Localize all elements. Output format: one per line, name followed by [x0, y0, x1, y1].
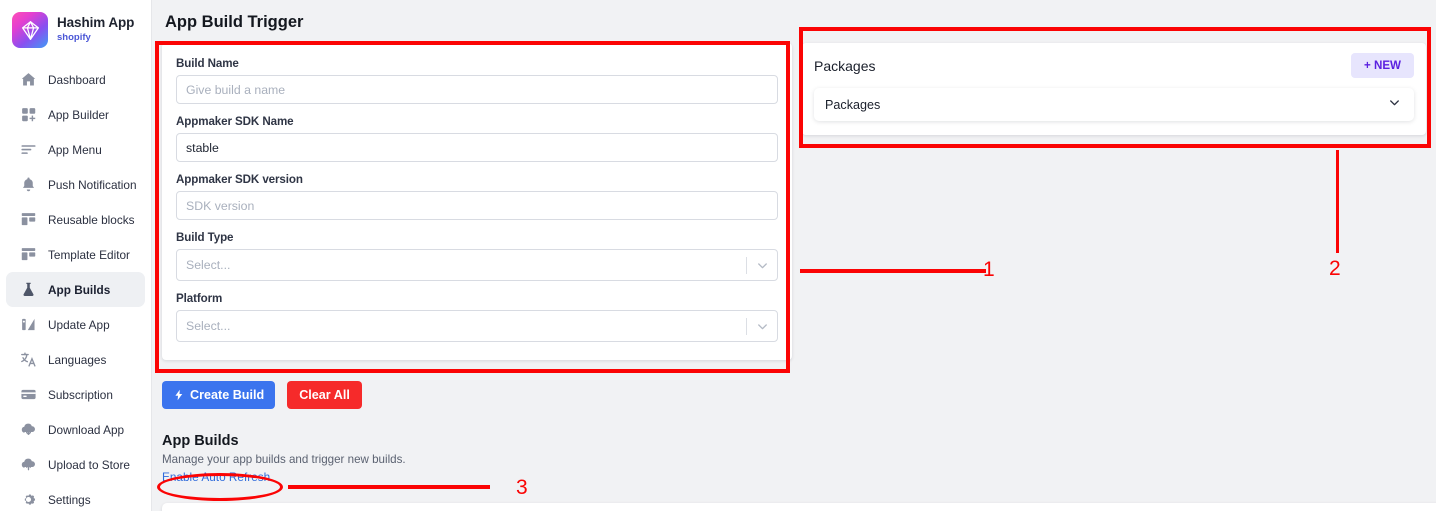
brand-header[interactable]: Hashim App shopify — [0, 0, 151, 58]
sidebar-item-label: Template Editor — [48, 247, 130, 262]
sidebar-item-template-editor[interactable]: Template Editor — [6, 237, 145, 272]
chevron-down-icon[interactable] — [1387, 95, 1402, 115]
sidebar-item-label: App Builder — [48, 107, 109, 122]
sidebar-item-upload-to-store[interactable]: Upload to Store — [6, 447, 145, 482]
gem-logo-icon — [12, 12, 48, 48]
add-new-package-button[interactable]: + NEW — [1350, 53, 1414, 78]
app-builds-section: App Builds Manage your app builds and tr… — [162, 433, 406, 486]
platform-value: Select... — [186, 319, 231, 333]
sidebar-item-label: Update App — [48, 317, 110, 332]
sidebar-item-label: Push Notification — [48, 177, 137, 192]
cloud-upload-icon — [21, 458, 35, 471]
build-type-select[interactable]: Select... — [176, 249, 778, 281]
chevron-down-icon[interactable] — [747, 319, 777, 334]
brand-subtitle: shopify — [57, 32, 91, 44]
sidebar-item-label: Dashboard — [48, 72, 106, 87]
sidebar-item-label: Settings — [48, 492, 91, 507]
flask-icon — [23, 282, 34, 296]
credit-card-icon — [21, 389, 36, 400]
field-build-type: Build Type Select... — [176, 231, 778, 281]
build-name-input[interactable] — [176, 75, 778, 104]
sidebar-item-label: App Builds — [48, 282, 111, 297]
field-platform: Platform Select... — [176, 292, 778, 342]
menu-lines-icon — [21, 145, 36, 154]
app-builds-table-card — [162, 503, 1436, 511]
sidebar-nav: Dashboard App Builder App Menu Push Noti… — [0, 62, 151, 511]
sidebar: Hashim App shopify Dashboard App Builder… — [0, 0, 152, 511]
build-type-value: Select... — [186, 258, 231, 272]
sidebar-item-reusable-blocks[interactable]: Reusable blocks — [6, 202, 145, 237]
sidebar-item-push-notification[interactable]: Push Notification — [6, 167, 145, 202]
create-build-button[interactable]: Create Build — [162, 381, 276, 409]
platform-select[interactable]: Select... — [176, 310, 778, 342]
build-type-label: Build Type — [176, 231, 234, 244]
template-icon — [21, 248, 36, 261]
clear-all-label: Clear All — [299, 388, 350, 402]
field-build-name: Build Name — [176, 57, 778, 104]
sidebar-item-languages[interactable]: Languages — [6, 342, 145, 377]
platform-label: Platform — [176, 292, 223, 305]
field-sdk-name: Appmaker SDK Name — [176, 115, 778, 162]
sidebar-item-dashboard[interactable]: Dashboard — [6, 62, 145, 97]
main-content: App Build Trigger Build Name Appmaker SD… — [152, 0, 1436, 511]
gear-icon — [24, 494, 36, 505]
sidebar-item-label: Reusable blocks — [48, 212, 135, 227]
sdk-name-label: Appmaker SDK Name — [176, 115, 294, 128]
sidebar-item-update-app[interactable]: Update App — [6, 307, 145, 342]
sidebar-item-label: Upload to Store — [48, 457, 130, 472]
sidebar-item-label: Download App — [48, 422, 125, 437]
blocks-icon — [21, 213, 36, 226]
translate-icon — [21, 352, 36, 367]
sidebar-item-app-builds[interactable]: App Builds — [6, 272, 145, 307]
lightning-bolt-icon — [175, 389, 183, 401]
bell-icon — [22, 177, 35, 192]
sidebar-item-download-app[interactable]: Download App — [6, 412, 145, 447]
sidebar-item-app-builder[interactable]: App Builder — [6, 97, 145, 132]
chevron-down-icon[interactable] — [747, 258, 777, 273]
field-sdk-version: Appmaker SDK version — [176, 173, 778, 220]
create-build-label: Create Build — [190, 388, 265, 402]
packages-header: Packages + NEW — [814, 53, 1414, 78]
packages-row-label: Packages — [825, 97, 881, 112]
sdk-version-label: Appmaker SDK version — [176, 173, 303, 186]
build-trigger-form: Build Name Appmaker SDK Name Appmaker SD… — [162, 43, 792, 360]
page-title: App Build Trigger — [165, 13, 304, 31]
sdk-version-input[interactable] — [176, 191, 778, 220]
sidebar-item-subscription[interactable]: Subscription — [6, 377, 145, 412]
form-actions: Create Build Clear All — [162, 381, 362, 409]
sdk-name-input[interactable] — [176, 133, 778, 162]
enable-auto-refresh-link[interactable]: Enable Auto Refresh — [162, 470, 270, 484]
sidebar-item-label: Languages — [48, 352, 107, 367]
packages-title: Packages — [814, 57, 876, 74]
sidebar-item-settings[interactable]: Settings — [6, 482, 145, 511]
sidebar-item-label: Subscription — [48, 387, 113, 402]
sidebar-item-app-menu[interactable]: App Menu — [6, 132, 145, 167]
brand-name: Hashim App — [57, 15, 135, 31]
build-name-label: Build Name — [176, 57, 239, 70]
home-icon — [21, 73, 36, 86]
app-builds-title: App Builds — [162, 433, 239, 449]
app-builds-description: Manage your app builds and trigger new b… — [162, 453, 406, 466]
sidebar-item-label: App Menu — [48, 142, 102, 157]
clear-all-button[interactable]: Clear All — [287, 381, 362, 409]
update-chart-icon — [22, 318, 35, 331]
app-root: Hashim App shopify Dashboard App Builder… — [0, 0, 1436, 511]
cloud-download-icon — [21, 423, 35, 435]
packages-panel: Packages + NEW Packages — [802, 43, 1426, 135]
packages-accordion-row[interactable]: Packages — [814, 88, 1414, 121]
grid-plus-icon — [22, 108, 36, 122]
